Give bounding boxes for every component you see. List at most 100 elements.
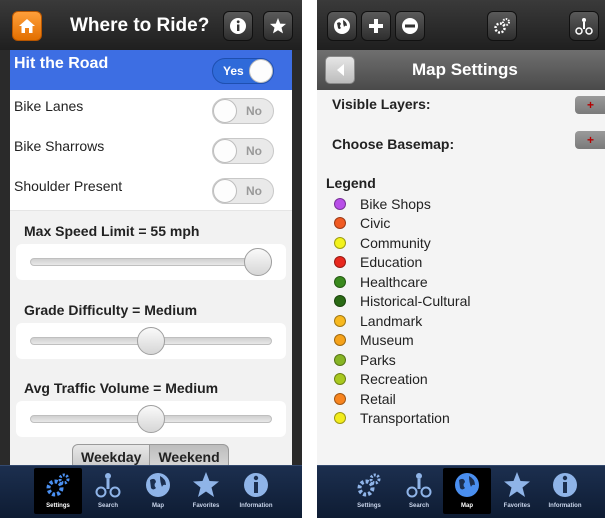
tab-label: Information — [548, 503, 582, 509]
toggle-state-text: Yes — [223, 64, 244, 78]
legend-dot — [334, 392, 346, 405]
legend-dot — [334, 275, 346, 288]
back-button[interactable] — [325, 56, 355, 84]
bottom-tab-bar: Settings Search Map Favorites Information — [317, 465, 605, 518]
toggle-state-text: No — [246, 144, 262, 158]
favorites-button[interactable] — [263, 11, 293, 41]
toggle-knob — [213, 99, 237, 123]
toggle-row-bike-sharrows: Bike Sharrows No — [10, 130, 292, 171]
back-arrow-icon — [337, 64, 344, 76]
tab-search[interactable]: Search — [84, 468, 132, 514]
legend-label: Retail — [360, 390, 396, 407]
toggle-label: Bike Sharrows — [14, 138, 105, 154]
tab-favorites[interactable]: Favorites — [493, 468, 541, 514]
locate-button[interactable] — [327, 11, 357, 41]
tab-label: Settings — [46, 503, 70, 509]
home-button[interactable] — [12, 11, 42, 41]
choose-basemap-label: Choose Basemap: — [332, 136, 455, 152]
traffic-volume-slider-handle[interactable] — [137, 405, 165, 433]
settings-panel: Hit the Road Yes Bike Lanes No Bike Sharrows… — [10, 50, 292, 466]
tab-information[interactable]: Information — [541, 468, 589, 514]
map-settings-screen: Map Settings Visible Layers: + Choose Ba… — [317, 0, 605, 518]
hit-the-road-toggle[interactable]: Yes — [212, 58, 274, 84]
tab-settings[interactable]: Settings — [345, 468, 393, 514]
toggle-knob — [213, 139, 237, 163]
globe-icon — [455, 473, 479, 497]
traffic-volume-slider-box — [16, 401, 286, 437]
tab-information[interactable]: Information — [232, 468, 280, 514]
grade-difficulty-slider-box — [16, 323, 286, 359]
traffic-volume-label: Avg Traffic Volume = Medium — [24, 380, 219, 396]
toggle-label: Shoulder Present — [14, 178, 123, 194]
toggle-label: Bike Lanes — [14, 98, 84, 114]
legend-label: Recreation — [360, 371, 428, 387]
info-button[interactable] — [223, 11, 253, 41]
gears-icon — [357, 473, 381, 497]
settings-button[interactable] — [487, 11, 517, 41]
legend-item-recreation: Recreation — [334, 370, 428, 389]
legend-item-community: Community — [334, 233, 431, 252]
visible-layers-label: Visible Layers: — [332, 96, 431, 112]
expand-visible-layers-button[interactable]: + — [575, 96, 605, 114]
legend-item-landmark: Landmark — [334, 311, 422, 330]
tab-label: Settings — [357, 503, 381, 509]
max-speed-slider-handle[interactable] — [244, 248, 272, 276]
toggle-label: Hit the Road — [14, 55, 109, 72]
toggle-state-text: No — [246, 104, 262, 118]
plus-icon — [369, 19, 383, 33]
route-button[interactable] — [569, 11, 599, 41]
legend-label: Museum — [360, 332, 414, 348]
legend-title: Legend — [326, 175, 376, 191]
tab-favorites[interactable]: Favorites — [182, 468, 230, 514]
weekend-button[interactable]: Weekend — [150, 444, 229, 466]
bike-sharrows-toggle[interactable]: No — [212, 138, 274, 164]
legend-dot — [334, 334, 346, 346]
legend-label: Civic — [360, 215, 391, 231]
page-title: Map Settings — [412, 60, 518, 79]
legend-dot — [334, 353, 346, 366]
expand-basemap-button[interactable]: + — [575, 131, 605, 149]
gears-icon — [46, 473, 70, 497]
legend-dot — [334, 314, 346, 327]
tab-label: Information — [239, 503, 273, 509]
legend-label: Parks — [360, 351, 396, 368]
legend-label: Landmark — [360, 312, 423, 329]
legend-item-parks: Parks — [334, 350, 396, 369]
cyclist-icon — [406, 473, 432, 498]
toggle-state-text: No — [246, 184, 262, 198]
legend-label: Bike Shops — [360, 195, 431, 212]
legend-dot — [334, 256, 346, 268]
minus-icon — [402, 18, 418, 34]
map-top-bar — [317, 0, 605, 50]
zoom-out-button[interactable] — [395, 11, 425, 41]
max-speed-track[interactable] — [30, 258, 272, 266]
tab-map[interactable]: Map — [443, 468, 491, 514]
legend-item-retail: Retail — [334, 389, 396, 408]
shoulder-present-toggle[interactable]: No — [212, 178, 274, 204]
info-icon — [230, 18, 246, 34]
bike-lanes-toggle[interactable]: No — [212, 98, 274, 124]
legend-item-civic: Civic — [334, 214, 390, 233]
toggle-row-bike-lanes: Bike Lanes No — [10, 90, 292, 131]
info-icon — [244, 473, 268, 497]
tab-label: Favorites — [503, 503, 531, 509]
legend-label: Healthcare — [360, 273, 428, 290]
zoom-in-button[interactable] — [361, 11, 391, 41]
grade-difficulty-slider-handle[interactable] — [137, 327, 165, 355]
tab-settings[interactable]: Settings — [34, 468, 82, 514]
star-icon — [504, 472, 530, 497]
cyclist-icon — [95, 473, 121, 498]
home-icon — [19, 19, 35, 33]
tab-label: Search — [408, 503, 429, 509]
globe-icon — [334, 18, 350, 34]
weekday-button[interactable]: Weekday — [72, 444, 151, 466]
max-speed-label: Max Speed Limit = 55 mph — [24, 223, 200, 239]
tab-map[interactable]: Map — [134, 468, 182, 514]
tab-search[interactable]: Search — [395, 468, 443, 514]
page-title: Where to Ride? — [70, 15, 210, 36]
max-speed-slider-box — [16, 244, 286, 280]
toggle-knob — [249, 59, 273, 83]
tab-label: Map — [152, 503, 164, 509]
bottom-tab-bar: Settings Search Map Favorites Information — [0, 465, 302, 518]
legend-label: Community — [360, 234, 431, 251]
